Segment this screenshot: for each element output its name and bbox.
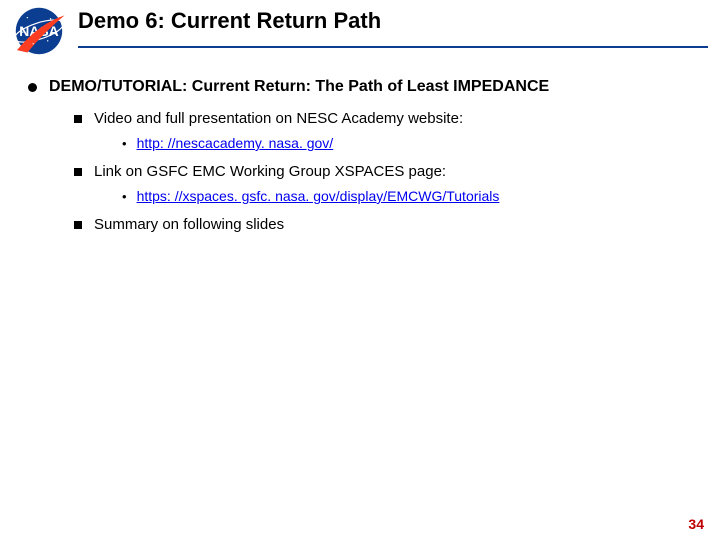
level1-text: DEMO/TUTORIAL: Current Return: The Path …: [49, 78, 549, 96]
disc-bullet-icon: [28, 83, 37, 92]
bullet-level1: DEMO/TUTORIAL: Current Return: The Path …: [28, 78, 692, 96]
nesc-academy-link[interactable]: http: //nescacademy. nasa. gov/: [137, 135, 334, 151]
xspaces-link[interactable]: https: //xspaces. gsfc. nasa. gov/displa…: [137, 188, 500, 204]
level3-link: http: //nescacademy. nasa. gov/: [137, 135, 334, 151]
square-bullet-icon: [74, 221, 82, 229]
title-underline: [78, 46, 708, 48]
slide-title: Demo 6: Current Return Path: [78, 8, 708, 42]
page-number: 34: [688, 516, 704, 532]
bullet-level2: Video and full presentation on NESC Acad…: [74, 110, 692, 127]
dot-bullet-icon: •: [122, 188, 127, 206]
level2-text: Video and full presentation on NESC Acad…: [94, 110, 463, 127]
title-wrap: Demo 6: Current Return Path: [78, 6, 708, 48]
square-bullet-icon: [74, 168, 82, 176]
level3-link: https: //xspaces. gsfc. nasa. gov/displa…: [137, 188, 500, 204]
dot-bullet-icon: •: [122, 135, 127, 153]
bullet-level2: Link on GSFC EMC Working Group XSPACES p…: [74, 163, 692, 180]
slide-content: DEMO/TUTORIAL: Current Return: The Path …: [0, 56, 720, 233]
level2-text: Summary on following slides: [94, 216, 284, 233]
bullet-level2: Summary on following slides: [74, 216, 692, 233]
nasa-logo: NASA: [10, 6, 68, 56]
slide-header: NASA Demo 6: Current Return Path: [0, 0, 720, 56]
bullet-level3: • https: //xspaces. gsfc. nasa. gov/disp…: [122, 188, 692, 206]
bullet-level3: • http: //nescacademy. nasa. gov/: [122, 135, 692, 153]
level2-text: Link on GSFC EMC Working Group XSPACES p…: [94, 163, 446, 180]
square-bullet-icon: [74, 115, 82, 123]
